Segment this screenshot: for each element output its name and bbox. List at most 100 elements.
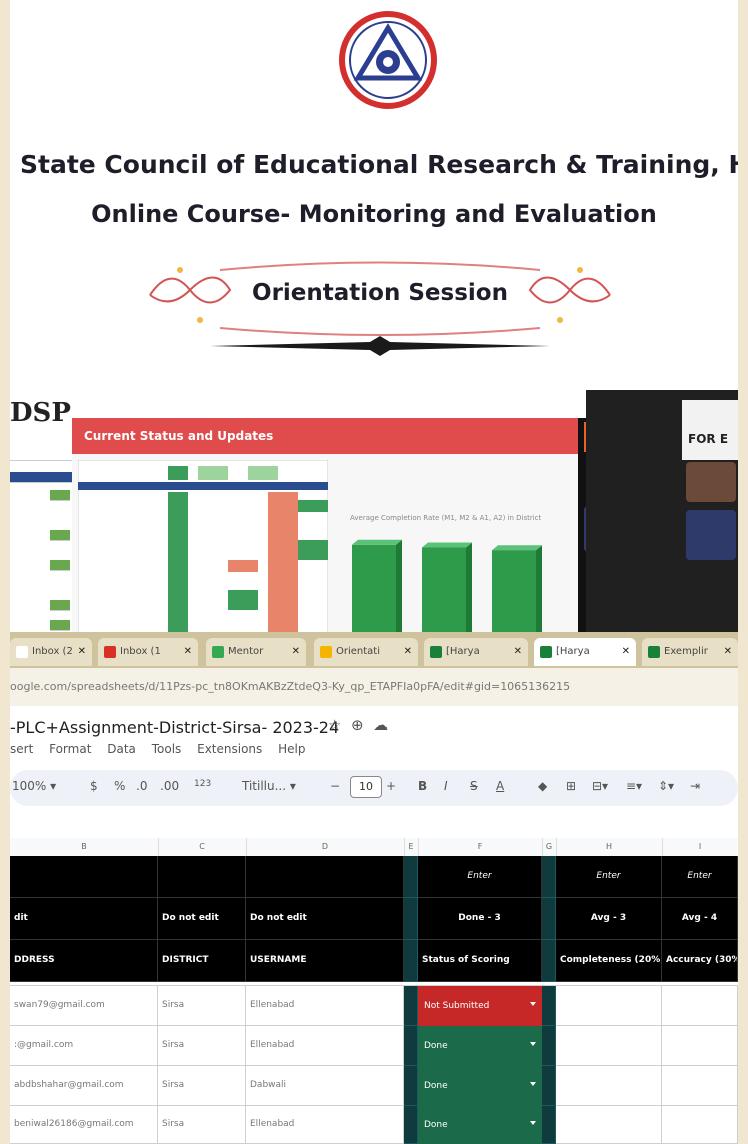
decrease-decimal-icon[interactable]: .0	[136, 779, 147, 793]
cell-completeness[interactable]	[556, 1026, 662, 1066]
font-select[interactable]: Titillu... ▾	[242, 779, 296, 793]
header-completeness[interactable]: Completeness (20%)	[556, 940, 662, 982]
menu-tools[interactable]: Tools	[152, 742, 182, 756]
cell[interactable]	[404, 1106, 418, 1144]
header-accuracy[interactable]: Accuracy (30%)	[662, 940, 738, 982]
text-color-icon[interactable]: A	[496, 779, 504, 793]
cell-email[interactable]: swan79@gmail.com	[10, 986, 158, 1026]
vertical-align-icon[interactable]: ⇕▾	[658, 779, 674, 793]
header-username[interactable]: USERNAME	[246, 940, 404, 982]
tab-exemplar[interactable]: Exemplir ✕	[642, 638, 738, 666]
cell[interactable]	[542, 898, 556, 940]
column-header-e[interactable]: E	[404, 838, 419, 856]
cell[interactable]	[542, 1066, 556, 1106]
status-dropdown[interactable]: Done	[418, 1026, 542, 1066]
close-tab-icon[interactable]: ✕	[622, 638, 630, 666]
column-header-h[interactable]: H	[556, 838, 663, 856]
align-icon[interactable]: ≡▾	[626, 779, 642, 793]
cell[interactable]	[542, 986, 556, 1026]
cell-enter[interactable]: Enter	[662, 856, 738, 898]
cell-completeness[interactable]	[556, 1106, 662, 1144]
strikethrough-icon[interactable]: S̶	[470, 779, 478, 793]
merge-cells-icon[interactable]: ⊟▾	[592, 779, 608, 793]
text-wrap-icon[interactable]: ⇥	[690, 779, 700, 793]
cell-district[interactable]: Sirsa	[158, 986, 246, 1026]
cell-accuracy[interactable]	[662, 1026, 738, 1066]
fill-color-icon[interactable]: ◆	[538, 779, 547, 793]
menu-format[interactable]: Format	[49, 742, 91, 756]
italic-icon[interactable]: I	[444, 779, 448, 793]
cell-username[interactable]: Dabwali	[246, 1066, 404, 1106]
cell-district[interactable]: Sirsa	[158, 1106, 246, 1144]
header-status-of-scoring[interactable]: Status of Scoring	[418, 940, 542, 982]
url-text[interactable]: oogle.com/spreadsheets/d/11Pzs-pc_tn8OKm…	[10, 680, 570, 693]
more-formats-button[interactable]: 123	[194, 779, 211, 789]
bold-icon[interactable]: B	[418, 779, 427, 793]
cell-district[interactable]: Sirsa	[158, 1026, 246, 1066]
column-header-c[interactable]: C	[158, 838, 247, 856]
menu-insert[interactable]: sert	[10, 742, 33, 756]
close-tab-icon[interactable]: ✕	[292, 638, 300, 666]
cell-enter[interactable]: Enter	[556, 856, 662, 898]
star-icon[interactable]: ☆	[328, 716, 341, 734]
document-title[interactable]: -PLC+Assignment-District-Sirsa- 2023-24	[10, 718, 339, 737]
tab-orientation[interactable]: Orientati ✕	[314, 638, 418, 666]
cell-accuracy[interactable]	[662, 986, 738, 1026]
font-size-input[interactable]: 10	[350, 776, 382, 798]
menu-extensions[interactable]: Extensions	[197, 742, 262, 756]
cell-avg[interactable]: Avg - 3	[556, 898, 662, 940]
formula-bar[interactable]	[10, 812, 738, 838]
column-header-g[interactable]: G	[542, 838, 557, 856]
cell[interactable]	[404, 986, 418, 1026]
cell-username[interactable]: Ellenabad	[246, 1106, 404, 1144]
close-tab-icon[interactable]: ✕	[184, 638, 192, 666]
close-tab-icon[interactable]: ✕	[514, 638, 522, 666]
percent-button[interactable]: %	[114, 779, 125, 793]
close-tab-icon[interactable]: ✕	[404, 638, 412, 666]
cell[interactable]	[404, 1066, 418, 1106]
tab-haryana-active[interactable]: [Harya ✕	[534, 638, 636, 666]
menu-help[interactable]: Help	[278, 742, 305, 756]
cell[interactable]	[542, 940, 556, 982]
move-icon[interactable]: ⊕	[351, 716, 364, 734]
cell-completeness[interactable]	[556, 986, 662, 1026]
zoom-select[interactable]: 100% ▾	[12, 779, 56, 793]
cell[interactable]	[404, 1026, 418, 1066]
increase-decimal-icon[interactable]: .00	[160, 779, 179, 793]
cell[interactable]	[542, 1106, 556, 1144]
cell-email[interactable]: :@gmail.com	[10, 1026, 158, 1066]
cell-enter[interactable]: Enter	[418, 856, 542, 898]
tab-inbox-2[interactable]: Inbox (1 ✕	[98, 638, 198, 666]
cell-completeness[interactable]	[556, 1066, 662, 1106]
cell[interactable]	[404, 898, 418, 940]
cell[interactable]	[404, 940, 418, 982]
cell[interactable]	[542, 856, 556, 898]
cell[interactable]	[10, 856, 158, 898]
menu-data[interactable]: Data	[107, 742, 136, 756]
cell[interactable]	[158, 856, 246, 898]
header-district[interactable]: DISTRICT	[158, 940, 246, 982]
borders-icon[interactable]: ⊞	[566, 779, 576, 793]
column-header-d[interactable]: D	[246, 838, 405, 856]
cell-accuracy[interactable]	[662, 1106, 738, 1144]
cell-email[interactable]: beniwal26186@gmail.com	[10, 1106, 158, 1144]
tab-mentor[interactable]: Mentor ✕	[206, 638, 306, 666]
column-header-b[interactable]: B	[10, 838, 159, 856]
currency-button[interactable]: $	[90, 779, 98, 793]
increase-font-size-icon[interactable]: +	[386, 779, 396, 793]
status-dropdown[interactable]: Done	[418, 1066, 542, 1106]
column-header-f[interactable]: F	[418, 838, 543, 856]
cell-avg[interactable]: Avg - 4	[662, 898, 738, 940]
cell[interactable]	[404, 856, 418, 898]
cell-edit-note[interactable]: dit	[10, 898, 158, 940]
cell-username[interactable]: Ellenabad	[246, 1026, 404, 1066]
cell-district[interactable]: Sirsa	[158, 1066, 246, 1106]
tab-inbox-1[interactable]: Inbox (2 ✕	[10, 638, 92, 666]
cell-username[interactable]: Ellenabad	[246, 986, 404, 1026]
close-tab-icon[interactable]: ✕	[78, 638, 86, 666]
cell[interactable]	[542, 1026, 556, 1066]
cell-edit-note[interactable]: Do not edit	[158, 898, 246, 940]
decrease-font-size-icon[interactable]: −	[330, 779, 340, 793]
cell-done-count[interactable]: Done - 3	[418, 898, 542, 940]
cell-accuracy[interactable]	[662, 1066, 738, 1106]
